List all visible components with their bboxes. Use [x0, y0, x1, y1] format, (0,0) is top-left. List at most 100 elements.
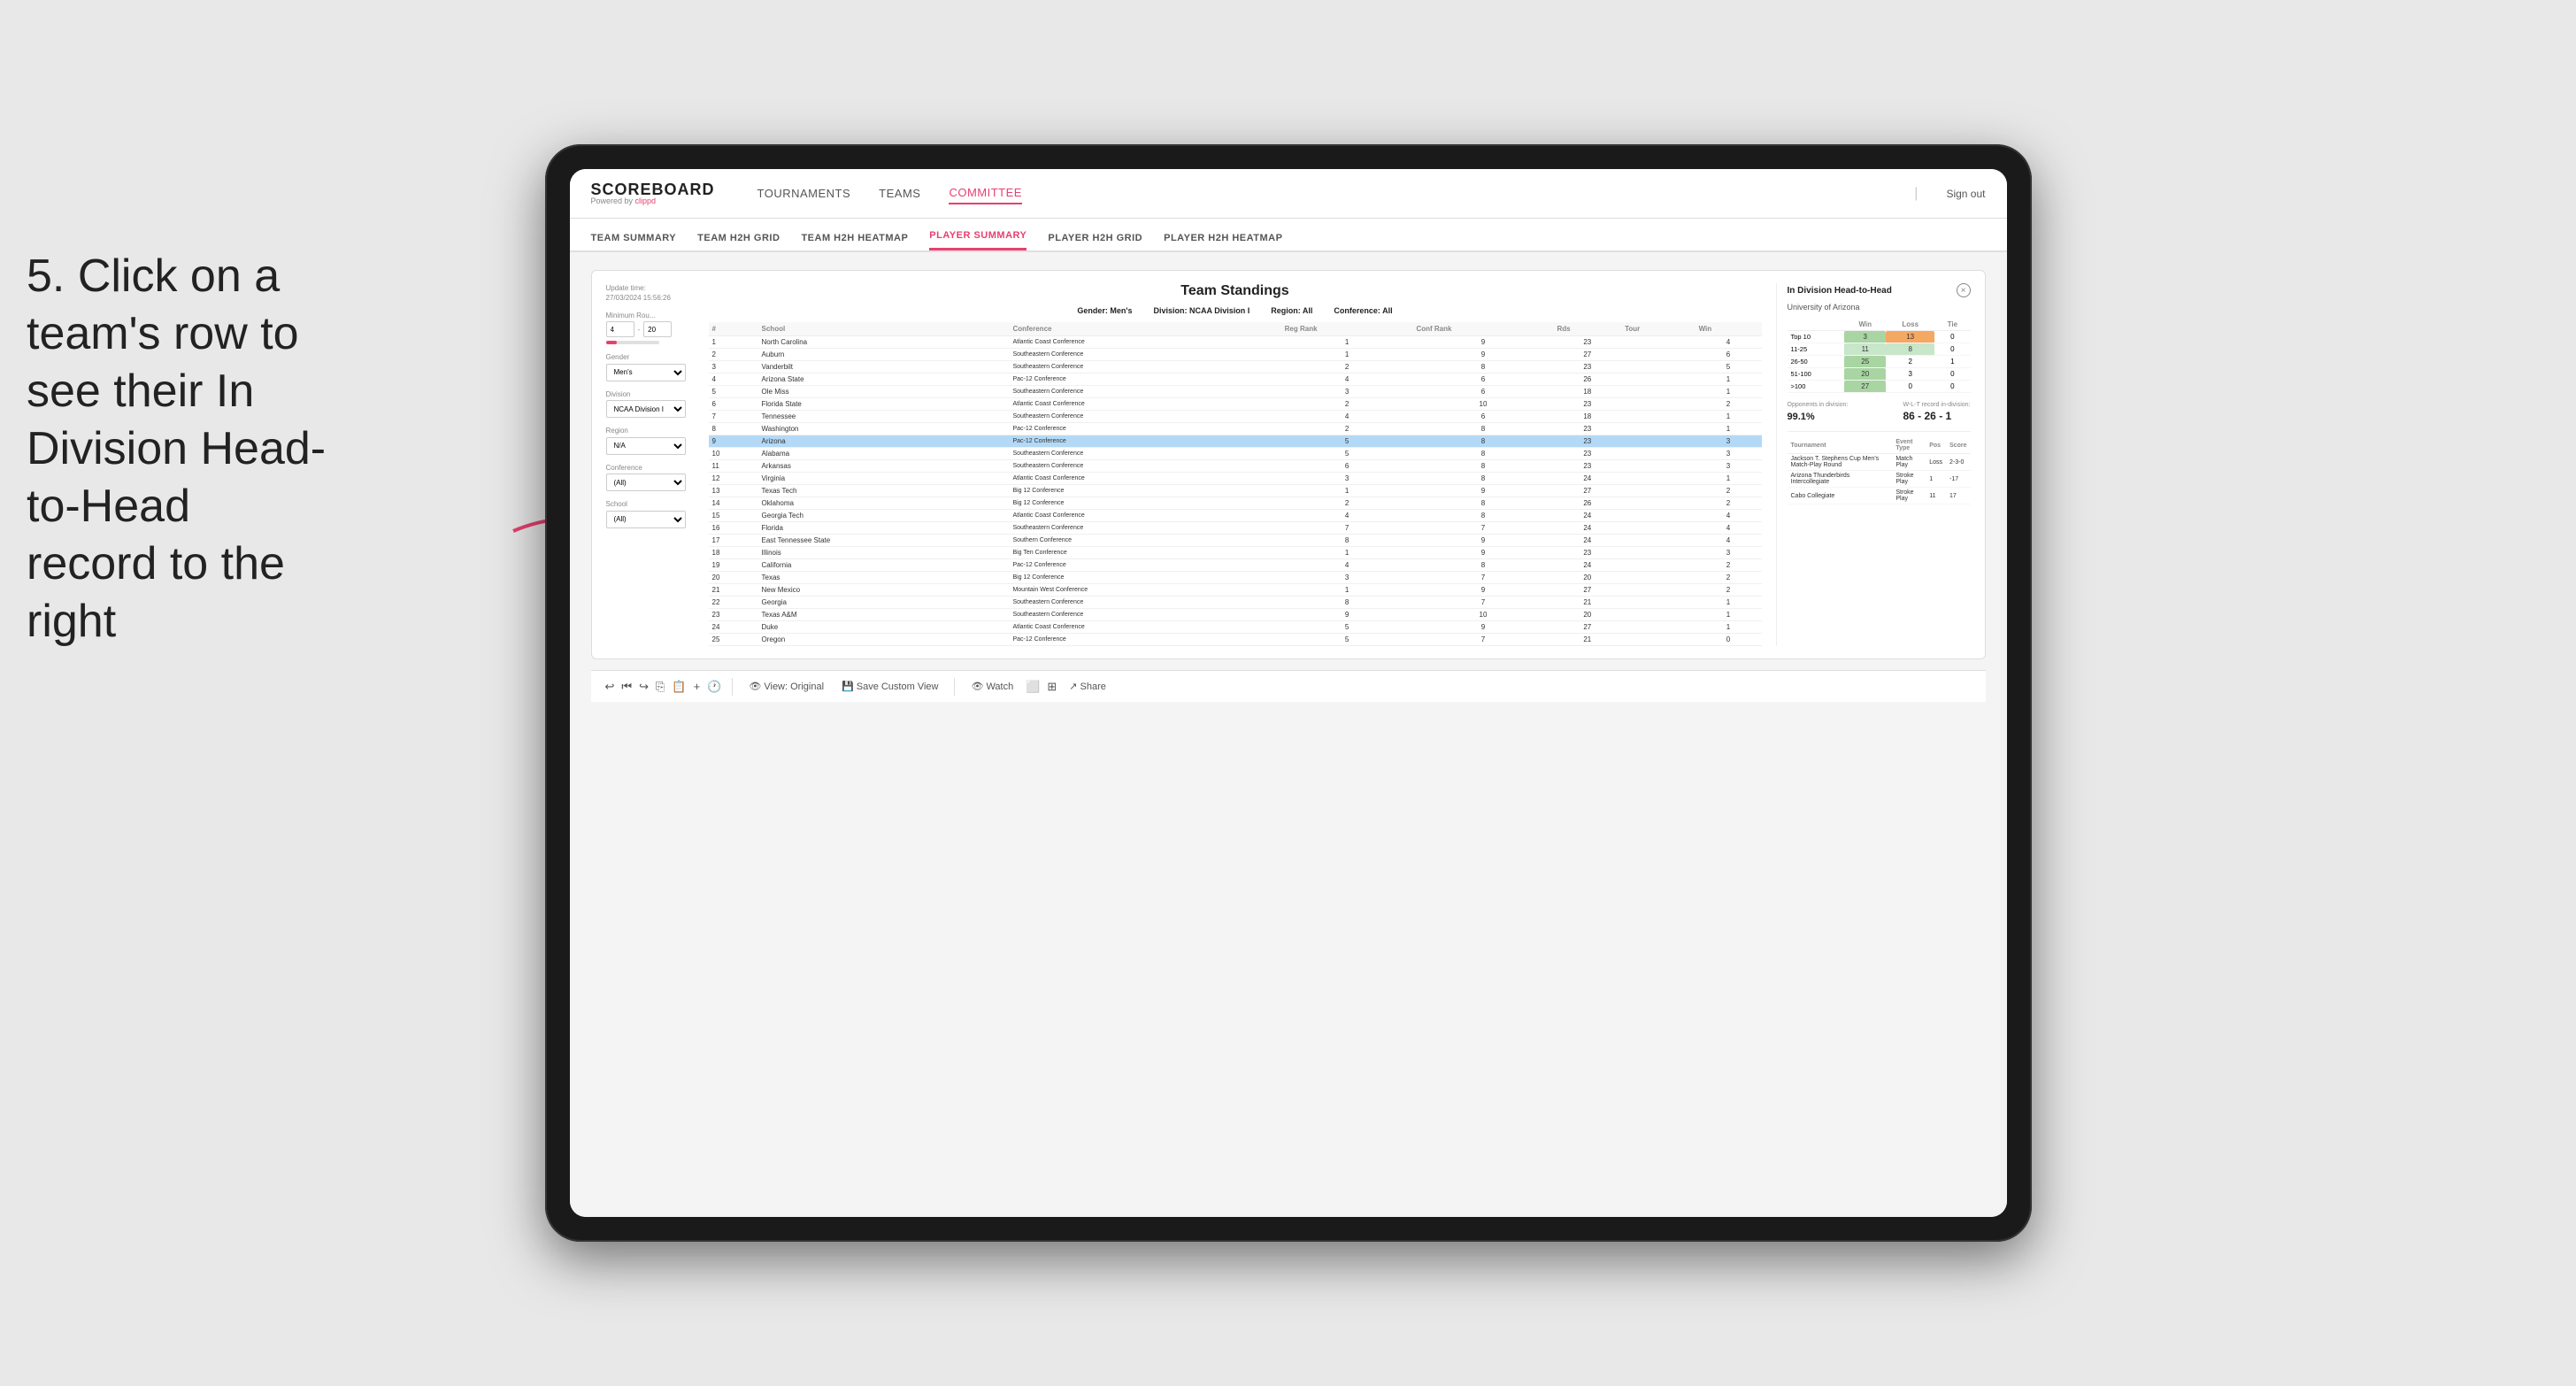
cell-school: California	[758, 559, 1010, 572]
filter-school-select[interactable]: (All)	[606, 511, 686, 528]
table-row[interactable]: 20 Texas Big 12 Conference 3 7 20 2	[709, 572, 1762, 584]
table-row[interactable]: 4 Arizona State Pac-12 Conference 4 6 26…	[709, 373, 1762, 386]
subnav-player-h2h-grid[interactable]: PLAYER H2H GRID	[1048, 233, 1142, 250]
step-back-button[interactable]: ⏮	[621, 680, 632, 694]
cell-school: East Tennessee State	[758, 535, 1010, 547]
nav-item-tournaments[interactable]: TOURNAMENTS	[757, 183, 851, 204]
sign-out-button[interactable]: Sign out	[1946, 188, 1985, 200]
save-custom-button[interactable]: 💾 Save Custom View	[836, 678, 943, 695]
cell-reg-rank: 4	[1281, 559, 1413, 572]
table-row[interactable]: 13 Texas Tech Big 12 Conference 1 9 27 2	[709, 485, 1762, 497]
table-row[interactable]: 2 Auburn Southeastern Conference 1 9 27 …	[709, 349, 1762, 361]
h2h-row-26-50[interactable]: 26-50 25 2 1	[1788, 356, 1971, 368]
table-row[interactable]: 22 Georgia Southeastern Conference 8 7 2…	[709, 597, 1762, 609]
save-icon: 💾	[842, 681, 854, 692]
share-button[interactable]: ↗ Share	[1064, 678, 1111, 695]
watch-button[interactable]: 👁 Watch	[965, 678, 1019, 695]
table-row[interactable]: 16 Florida Southeastern Conference 7 7 2…	[709, 522, 1762, 535]
nav-separator: |	[1914, 186, 1918, 202]
cell-school: Texas Tech	[758, 485, 1010, 497]
cell-reg-rank: 1	[1281, 336, 1413, 349]
cell-tour	[1621, 460, 1695, 473]
table-row[interactable]: 25 Oregon Pac-12 Conference 5 7 21 0	[709, 634, 1762, 646]
cell-conf-rank: 9	[1412, 349, 1553, 361]
filter-min-input[interactable]	[606, 321, 634, 337]
share-icon: ↗	[1069, 681, 1077, 692]
filter-conference-select[interactable]: (All)	[606, 474, 686, 491]
tournament-row[interactable]: Jackson T. Stephens Cup Men's Match-Play…	[1788, 454, 1971, 471]
logo-sub: Powered by clippd	[591, 197, 715, 205]
table-row[interactable]: 23 Texas A&M Southeastern Conference 9 1…	[709, 609, 1762, 621]
h2h-row-51-100[interactable]: 51-100 20 3 0	[1788, 368, 1971, 381]
add-button[interactable]: +	[694, 680, 701, 693]
nav-item-teams[interactable]: TEAMS	[879, 183, 920, 204]
tourney-name-3: Cabo Collegiate	[1788, 488, 1893, 504]
h2h-col-win: Win	[1844, 319, 1886, 331]
cell-tour	[1621, 559, 1695, 572]
cell-tour	[1621, 497, 1695, 510]
table-row[interactable]: 19 California Pac-12 Conference 4 8 24 2	[709, 559, 1762, 572]
table-row[interactable]: 18 Illinois Big Ten Conference 1 9 23 3	[709, 547, 1762, 559]
table-row[interactable]: 15 Georgia Tech Atlantic Coast Conferenc…	[709, 510, 1762, 522]
subnav-team-h2h-grid[interactable]: TEAM H2H GRID	[697, 233, 780, 250]
copy-button[interactable]: ⎘	[656, 680, 665, 694]
subnav-team-h2h-heatmap[interactable]: TEAM H2H HEATMAP	[801, 233, 908, 250]
tourney-name-1: Jackson T. Stephens Cup Men's Match-Play…	[1788, 454, 1893, 471]
undo-button[interactable]: ↩	[605, 680, 615, 694]
cell-rank: 8	[709, 423, 758, 435]
table-row[interactable]: 11 Arkansas Southeastern Conference 6 8 …	[709, 460, 1762, 473]
filter-max-input[interactable]	[643, 321, 672, 337]
filter-gender-label: Gender	[606, 353, 695, 361]
h2h-tie-top10: 0	[1934, 331, 1970, 343]
presentation-button[interactable]: ⬜	[1026, 680, 1040, 694]
redo-button[interactable]: ↪	[639, 680, 649, 694]
cell-conference: Southeastern Conference	[1009, 609, 1280, 621]
table-row[interactable]: 17 East Tennessee State Southern Confere…	[709, 535, 1762, 547]
cell-rds: 27	[1553, 349, 1621, 361]
table-row[interactable]: 5 Ole Miss Southeastern Conference 3 6 1…	[709, 386, 1762, 398]
cell-conf-rank: 8	[1412, 361, 1553, 373]
view-original-button[interactable]: 👁 View: Original	[743, 678, 829, 695]
subnav-player-summary[interactable]: PLAYER SUMMARY	[929, 230, 1027, 250]
cell-reg-rank: 8	[1281, 597, 1413, 609]
table-row[interactable]: 8 Washington Pac-12 Conference 2 8 23 1	[709, 423, 1762, 435]
clock-button[interactable]: 🕐	[707, 680, 721, 694]
h2h-row-11-25[interactable]: 11-25 11 8 0	[1788, 343, 1971, 356]
filter-slider[interactable]	[606, 341, 659, 344]
table-row[interactable]: 14 Oklahoma Big 12 Conference 2 8 26 2	[709, 497, 1762, 510]
filter-division-select[interactable]: NCAA Division I	[606, 400, 686, 418]
cell-reg-rank: 1	[1281, 349, 1413, 361]
tourney-col-name: Tournament	[1788, 437, 1893, 454]
cell-conf-rank: 6	[1412, 373, 1553, 386]
filter-minimum-rounds: Minimum Rou... -	[606, 312, 695, 344]
table-row[interactable]: 6 Florida State Atlantic Coast Conferenc…	[709, 398, 1762, 411]
cell-conference: Atlantic Coast Conference	[1009, 398, 1280, 411]
table-row[interactable]: 1 North Carolina Atlantic Coast Conferen…	[709, 336, 1762, 349]
h2h-close-button[interactable]: ×	[1957, 283, 1971, 297]
tournament-row[interactable]: Cabo Collegiate Stroke Play 11 17	[1788, 488, 1971, 504]
table-row[interactable]: 24 Duke Atlantic Coast Conference 5 9 27…	[709, 621, 1762, 634]
filter-gender-select[interactable]: Men's	[606, 364, 686, 381]
save-custom-label: Save Custom View	[857, 681, 939, 692]
cell-conference: Southeastern Conference	[1009, 460, 1280, 473]
grid-button[interactable]: ⊞	[1047, 680, 1057, 694]
standings-main: Team Standings Gender: Men's Division: N…	[709, 283, 1762, 646]
table-row[interactable]: 3 Vanderbilt Southeastern Conference 2 8…	[709, 361, 1762, 373]
filter-division-label: Division	[606, 390, 695, 398]
cell-conference: Pac-12 Conference	[1009, 423, 1280, 435]
paste-button[interactable]: 📋	[672, 680, 686, 694]
h2h-row-top10[interactable]: Top 10 3 13 0	[1788, 331, 1971, 343]
table-row[interactable]: 10 Alabama Southeastern Conference 5 8 2…	[709, 448, 1762, 460]
cell-tour	[1621, 485, 1695, 497]
subnav-player-h2h-heatmap[interactable]: PLAYER H2H HEATMAP	[1164, 233, 1282, 250]
table-row[interactable]: 7 Tennessee Southeastern Conference 4 6 …	[709, 411, 1762, 423]
table-row[interactable]: 12 Virginia Atlantic Coast Conference 3 …	[709, 473, 1762, 485]
nav-item-committee[interactable]: COMMITTEE	[949, 182, 1022, 204]
table-row[interactable]: 9 Arizona Pac-12 Conference 5 8 23 3	[709, 435, 1762, 448]
filter-region-select[interactable]: N/A	[606, 437, 686, 455]
tournament-row[interactable]: Arizona Thunderbirds Intercollegiate Str…	[1788, 471, 1971, 488]
subnav-team-summary[interactable]: TEAM SUMMARY	[591, 233, 677, 250]
h2h-row-100plus[interactable]: >100 27 0 0	[1788, 381, 1971, 393]
cell-reg-rank: 5	[1281, 634, 1413, 646]
table-row[interactable]: 21 New Mexico Mountain West Conference 1…	[709, 584, 1762, 597]
